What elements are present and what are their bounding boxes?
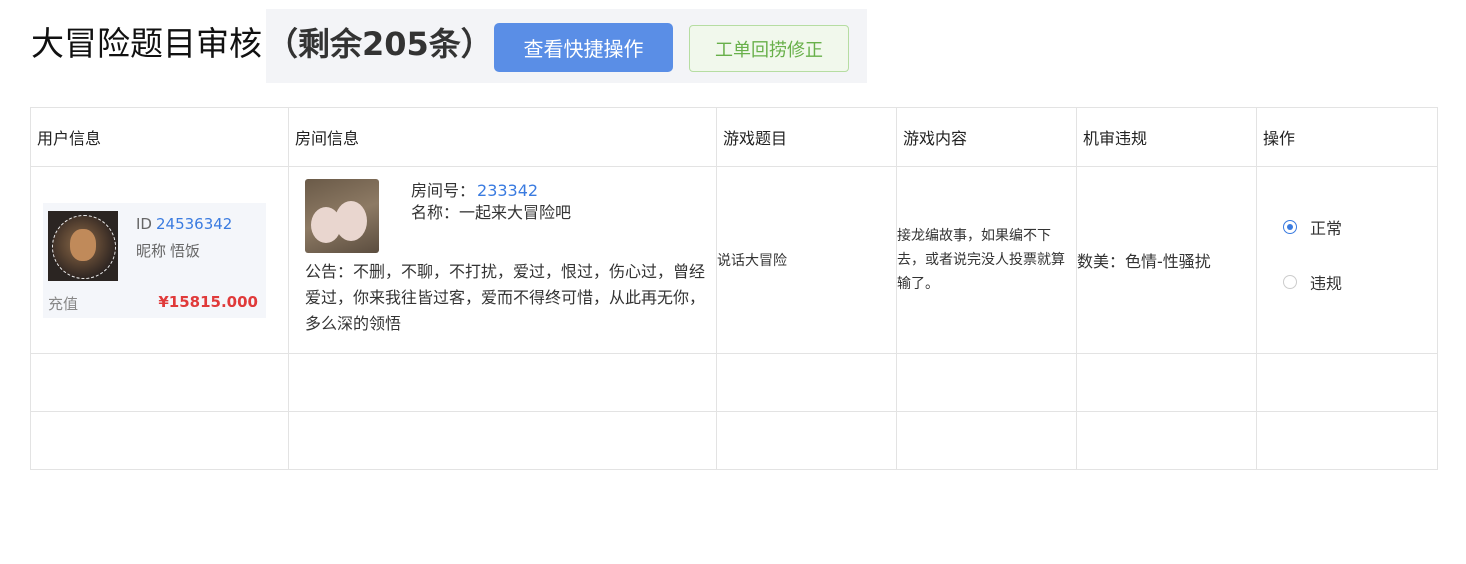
page-header: 大冒险题目审核 （剩余205条） 查看快捷操作 工单回捞修正 bbox=[0, 0, 1466, 100]
ticket-fix-button[interactable]: 工单回捞修正 bbox=[689, 25, 849, 72]
column-header-user: 用户信息 bbox=[30, 107, 289, 167]
radio-violate-indicator[interactable] bbox=[1283, 275, 1297, 289]
remaining-count: （剩余205条） bbox=[266, 25, 493, 63]
room-number-label: 房间号： bbox=[411, 181, 476, 200]
user-id-link[interactable]: 24536342 bbox=[156, 215, 232, 233]
column-header-question: 游戏题目 bbox=[716, 107, 897, 167]
column-header-ops: 操作 bbox=[1256, 107, 1438, 167]
quick-actions-button[interactable]: 查看快捷操作 bbox=[494, 23, 673, 72]
radio-violate-label[interactable]: 违规 bbox=[1310, 270, 1342, 294]
table-row: ID 24536342 昵称 悟饭 充值 ¥15815.000 房间号： 233342 bbox=[30, 166, 1438, 354]
room-cover-image[interactable] bbox=[305, 179, 379, 253]
ops-cell: 正常 违规 bbox=[1256, 166, 1438, 354]
page-title: 大冒险题目审核 bbox=[31, 24, 262, 63]
user-id-label: ID bbox=[136, 214, 152, 233]
room-name: 名称：一起来大冒险吧 bbox=[411, 203, 572, 222]
user-nickname: 昵称 悟饭 bbox=[136, 240, 200, 261]
radio-normal-label[interactable]: 正常 bbox=[1310, 215, 1342, 239]
user-card: ID 24536342 昵称 悟饭 充值 ¥15815.000 bbox=[43, 202, 266, 318]
radio-normal-indicator[interactable] bbox=[1283, 220, 1297, 234]
game-content: 接龙编故事，如果编不下去，或者说完没人投票就算输了。 bbox=[896, 166, 1077, 354]
machine-violation: 数美：色情-性骚扰 bbox=[1076, 166, 1257, 354]
user-info-cell: ID 24536342 昵称 悟饭 充值 ¥15815.000 bbox=[30, 166, 289, 354]
column-header-content: 游戏内容 bbox=[896, 107, 1077, 167]
room-number-link[interactable]: 233342 bbox=[477, 181, 538, 200]
user-id: ID 24536342 bbox=[136, 215, 232, 233]
nickname-value: 悟饭 bbox=[170, 241, 201, 260]
nickname-label: 昵称 bbox=[136, 241, 167, 260]
radio-normal[interactable]: 正常 bbox=[1283, 215, 1342, 239]
room-info-cell: 房间号： 233342 名称：一起来大冒险吧 公告：不删，不聊，不打扰，爱过，恨过… bbox=[288, 166, 717, 354]
game-question: 说话大冒险 bbox=[716, 166, 897, 354]
table-row-empty bbox=[30, 353, 1438, 412]
column-header-violation: 机审违规 bbox=[1076, 107, 1257, 167]
table-row-empty bbox=[30, 411, 1438, 470]
avatar[interactable] bbox=[48, 210, 118, 281]
charge-label: 充值 bbox=[48, 294, 79, 313]
review-table: 用户信息 房间信息 游戏题目 游戏内容 机审违规 操作 ID24536342 bbox=[30, 107, 1438, 470]
room-number: 房间号： 233342 bbox=[411, 177, 538, 201]
radio-violate[interactable]: 违规 bbox=[1283, 270, 1342, 294]
room-notice: 公告：不删，不聊，不打扰，爱过，恨过，伤心过，曾经爱过，你来我往皆过客，爱而不得… bbox=[305, 262, 706, 333]
charge-amount: ¥15815.000 bbox=[158, 292, 258, 311]
column-header-room: 房间信息 bbox=[288, 107, 717, 167]
table-header-row: 用户信息 房间信息 游戏题目 游戏内容 机审违规 操作 bbox=[30, 107, 1438, 167]
